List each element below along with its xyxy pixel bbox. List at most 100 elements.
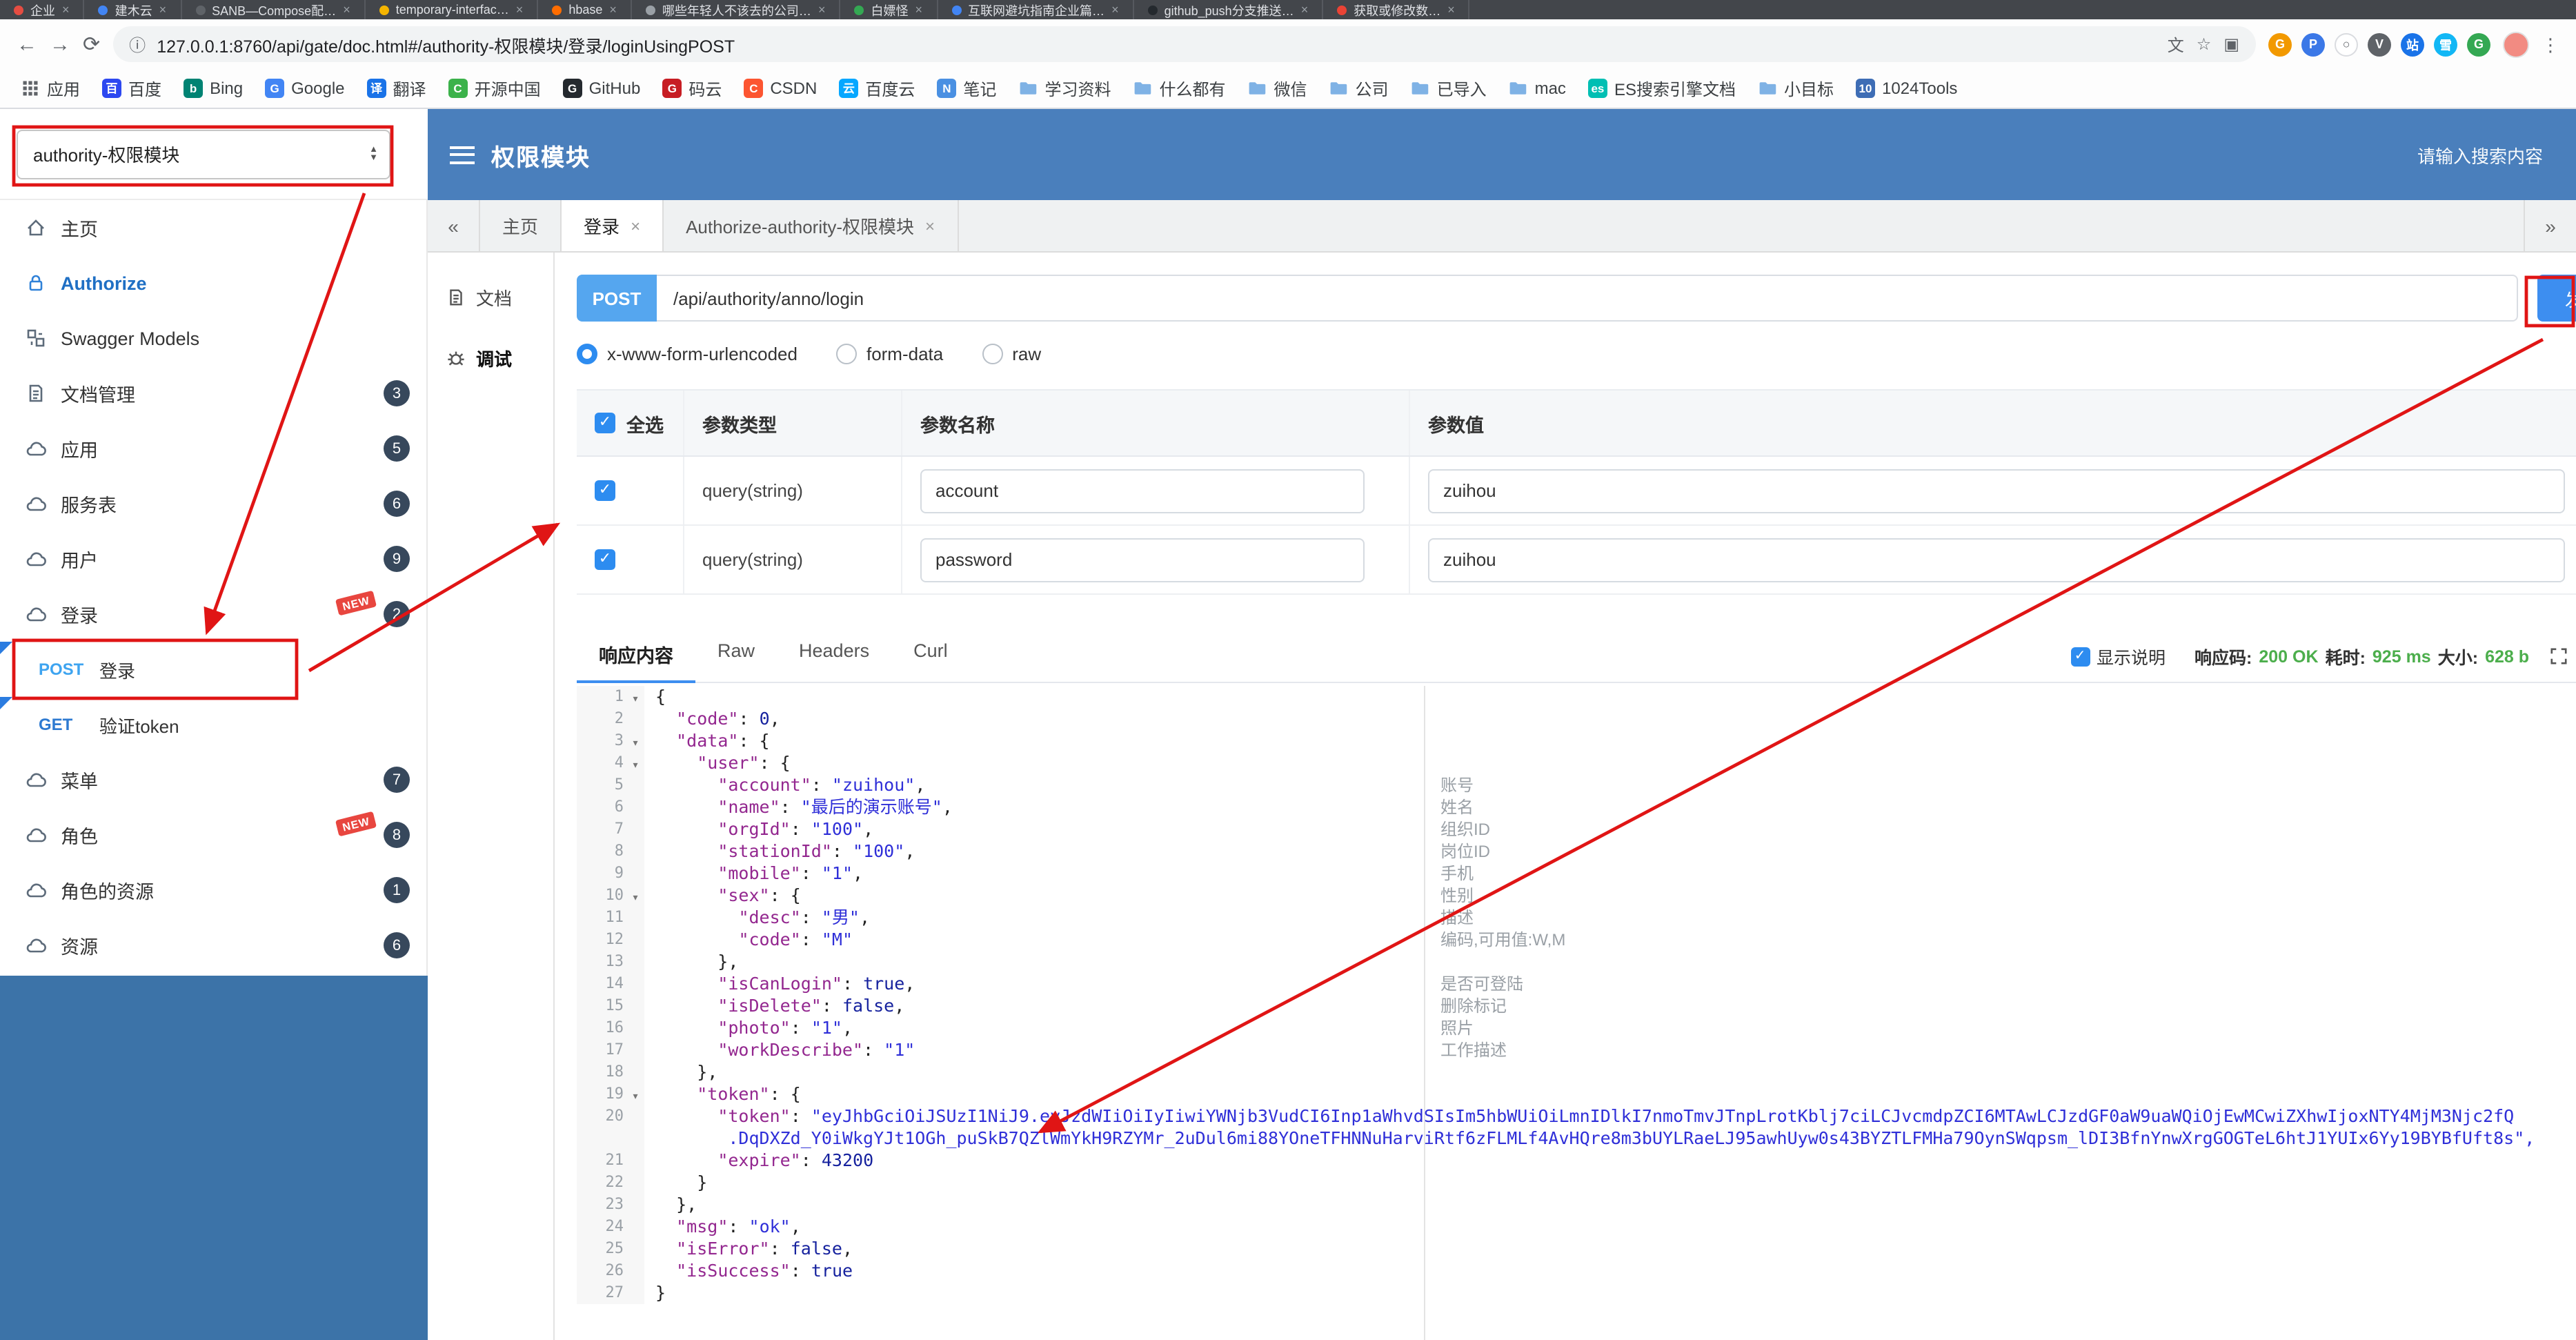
tab-close-icon[interactable]: × xyxy=(1447,3,1455,17)
fold-icon[interactable]: ▾ xyxy=(632,693,640,707)
tab-close-icon[interactable]: × xyxy=(925,216,935,235)
bookmark-item[interactable]: 10 1024Tools xyxy=(1846,75,1967,102)
header-search-input[interactable]: 请输入搜索内容 xyxy=(2417,141,2543,168)
tabs-scroll-right[interactable]: » xyxy=(2524,200,2576,251)
bookmark-item[interactable]: N 笔记 xyxy=(927,72,1006,104)
service-select[interactable]: authority-权限模块 ▲ ▼ xyxy=(17,129,390,179)
extension-icon[interactable]: 站 xyxy=(2401,32,2424,56)
extension-icon[interactable]: ○ xyxy=(2335,32,2358,56)
sidebar-item[interactable]: POST 登录 xyxy=(0,642,426,697)
bookmark-item[interactable]: G 码云 xyxy=(653,72,731,104)
doc-tab[interactable]: 主页 xyxy=(480,200,562,251)
browser-tab[interactable]: 获取或修改数… × xyxy=(1323,0,1470,19)
sidebar-item[interactable]: Swagger Models xyxy=(0,311,426,366)
request-url-input[interactable]: /api/authority/anno/login xyxy=(657,275,2518,322)
body-type-radio[interactable]: raw xyxy=(982,344,1041,364)
tab-close-icon[interactable]: × xyxy=(1111,3,1119,17)
send-button[interactable]: 发送 xyxy=(2537,275,2576,322)
browser-tab[interactable]: 白嫖怪 × xyxy=(840,0,938,19)
extension-icon[interactable]: V xyxy=(2368,32,2391,56)
param-name-input[interactable]: account xyxy=(920,469,1365,513)
bookmark-item[interactable]: 应用 xyxy=(11,72,90,104)
response-tab[interactable]: Raw xyxy=(695,628,777,682)
fold-icon[interactable]: ▾ xyxy=(632,1090,640,1104)
extension-icon[interactable]: G xyxy=(2268,32,2292,56)
sidebar-item[interactable]: 资源 6 xyxy=(0,918,426,973)
extension-icon[interactable]: 雪 xyxy=(2434,32,2457,56)
browser-tab[interactable]: github_push分支推送… × xyxy=(1134,0,1324,19)
param-name-input[interactable]: password xyxy=(920,538,1365,582)
bookmark-item[interactable]: G GitHub xyxy=(553,75,651,102)
forward-button[interactable]: → xyxy=(50,34,70,55)
sidebar-item[interactable]: 角色的资源 1 xyxy=(0,863,426,918)
menu-toggle-icon[interactable] xyxy=(450,146,475,164)
bookmark-item[interactable]: mac xyxy=(1499,75,1576,102)
param-value-input[interactable]: zuihou xyxy=(1428,469,2565,513)
bookmark-item[interactable]: 小目标 xyxy=(1748,72,1843,104)
response-tab[interactable]: Curl xyxy=(891,628,970,682)
tab-close-icon[interactable]: × xyxy=(818,3,826,17)
sidebar-item[interactable]: 服务表 6 xyxy=(0,476,426,531)
sidebar-item[interactable]: 菜单 7 xyxy=(0,752,426,807)
row-checkbox[interactable]: ✓ xyxy=(595,549,615,570)
bookmark-item[interactable]: C CSDN xyxy=(734,75,826,102)
browser-tab[interactable]: 互联网避坑指南企业篇… × xyxy=(938,0,1134,19)
show-desc-checkbox[interactable]: ✓ xyxy=(2070,647,2090,666)
extension-icon[interactable]: P xyxy=(2301,32,2325,56)
reload-button[interactable]: ⟳ xyxy=(83,34,100,55)
tab-close-icon[interactable]: × xyxy=(631,216,640,235)
browser-menu-icon[interactable]: ⋮ xyxy=(2542,35,2559,53)
screenshot-icon[interactable]: ▣ xyxy=(2223,35,2239,54)
browser-tab[interactable]: SANB—Compose配… × xyxy=(181,0,366,19)
body-type-radio[interactable]: x-www-form-urlencoded xyxy=(577,344,797,364)
fold-icon[interactable]: ▾ xyxy=(632,759,640,773)
bookmark-item[interactable]: C 开源中国 xyxy=(439,72,551,104)
tabs-scroll-left[interactable]: « xyxy=(428,200,480,251)
browser-tab[interactable]: hbase × xyxy=(538,0,632,19)
sidebar-item[interactable]: 角色 NEW 8 xyxy=(0,807,426,863)
tab-close-icon[interactable]: × xyxy=(915,3,923,17)
browser-tab[interactable]: 哪些年轻人不该去的公司… × xyxy=(632,0,841,19)
tab-close-icon[interactable]: × xyxy=(62,3,70,17)
response-tab[interactable]: Headers xyxy=(777,628,891,682)
fold-icon[interactable]: ▾ xyxy=(632,891,640,905)
bookmark-item[interactable]: 百 百度 xyxy=(92,72,171,104)
doc-tab[interactable]: 登录 × xyxy=(562,200,664,251)
fold-icon[interactable]: ▾ xyxy=(632,737,640,751)
bookmark-item[interactable]: b Bing xyxy=(174,75,252,102)
body-type-radio[interactable]: form-data xyxy=(835,344,943,364)
bookmark-item[interactable]: 云 百度云 xyxy=(829,72,924,104)
tab-close-icon[interactable]: × xyxy=(1301,3,1309,17)
sidebar-item[interactable]: 用户 9 xyxy=(0,531,426,587)
sidebar-item[interactable]: GET 验证token xyxy=(0,697,426,752)
translate-icon[interactable]: 文 xyxy=(2168,32,2184,56)
info-icon[interactable]: ⓘ xyxy=(129,32,146,56)
doc-tab[interactable]: Authorize-authority-权限模块 × xyxy=(664,200,959,251)
browser-tab[interactable]: temporary-interfac… × xyxy=(366,0,539,19)
bookmark-item[interactable]: 学习资料 xyxy=(1009,72,1120,104)
tab-close-icon[interactable]: × xyxy=(516,3,524,17)
view-tab[interactable]: 文档 xyxy=(428,266,553,327)
bookmark-item[interactable]: es ES搜索引擎文档 xyxy=(1578,72,1745,104)
bookmark-item[interactable]: 公司 xyxy=(1320,72,1398,104)
sidebar-item[interactable]: Authorize xyxy=(0,255,426,311)
browser-tab[interactable]: 建木云 × xyxy=(85,0,182,19)
tab-close-icon[interactable]: × xyxy=(159,3,167,17)
extension-icon[interactable]: G xyxy=(2467,32,2490,56)
sidebar-item[interactable]: 应用 5 xyxy=(0,421,426,476)
address-bar[interactable]: ⓘ 127.0.0.1:8760/api/gate/doc.html#/auth… xyxy=(112,26,2256,62)
bookmark-item[interactable]: G Google xyxy=(255,75,354,102)
bookmark-item[interactable]: 微信 xyxy=(1238,72,1317,104)
bookmark-item[interactable]: 已导入 xyxy=(1401,72,1496,104)
sidebar-item[interactable]: 文档管理 3 xyxy=(0,366,426,421)
view-tab[interactable]: 调试 xyxy=(428,327,553,388)
sidebar-item[interactable]: 登录 NEW 2 xyxy=(0,587,426,642)
back-button[interactable]: ← xyxy=(17,34,37,55)
response-tab[interactable]: 响应内容 xyxy=(577,628,695,683)
tab-close-icon[interactable]: × xyxy=(609,3,617,17)
tab-close-icon[interactable]: × xyxy=(343,3,350,17)
fullscreen-icon[interactable] xyxy=(2550,647,2568,665)
browser-tab[interactable]: 企业 × xyxy=(0,0,85,19)
bookmark-item[interactable]: 译 翻译 xyxy=(357,72,436,104)
profile-avatar[interactable] xyxy=(2503,31,2529,57)
